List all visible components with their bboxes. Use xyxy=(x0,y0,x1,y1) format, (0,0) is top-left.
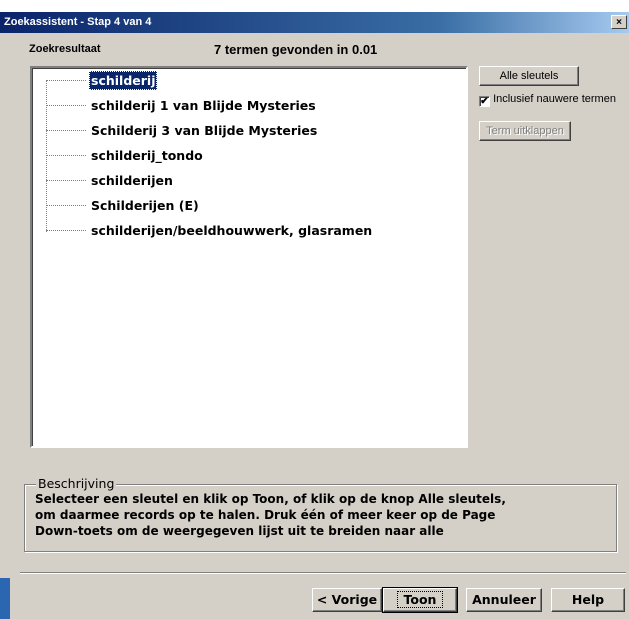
tree-branch-line xyxy=(46,205,86,206)
previous-button-label: < Vorige xyxy=(316,592,378,607)
result-label: Zoekresultaat xyxy=(29,43,101,55)
close-icon[interactable]: × xyxy=(611,15,627,29)
all-keys-label: Alle sleutels xyxy=(499,70,559,82)
tree-item[interactable]: schilderij 1 van Blijde Mysteries xyxy=(32,96,462,116)
tree-item[interactable]: schilderijen xyxy=(32,171,462,191)
tree-branch-line xyxy=(46,180,86,181)
tree-item[interactable]: schilderij_tondo xyxy=(32,146,462,166)
all-keys-button[interactable]: Alle sleutels xyxy=(479,66,579,86)
help-button-label: Help xyxy=(571,592,605,607)
expand-term-label: Term uitklappen xyxy=(486,125,564,137)
dialog-window: Zoekassistent - Stap 4 van 4 × Zoekresul… xyxy=(0,0,629,619)
tree-item[interactable]: schilderij xyxy=(32,71,462,91)
tree-item[interactable]: Schilderijen (E) xyxy=(32,196,462,216)
description-line: om daarmee records op te halen. Druk één… xyxy=(35,508,496,522)
cancel-button[interactable]: Annuleer xyxy=(466,588,542,612)
tree-item-label[interactable]: schilderij xyxy=(89,71,158,90)
tree-item-label[interactable]: Schilderijen (E) xyxy=(89,196,201,215)
include-newer-label: Inclusief nauwere termen xyxy=(493,93,616,105)
tree-item-label[interactable]: schilderijen xyxy=(89,171,175,190)
footer-separator xyxy=(20,572,626,574)
tree-branch-line xyxy=(46,230,86,231)
show-button[interactable]: Toon xyxy=(382,587,458,613)
tree-item-label[interactable]: schilderij_tondo xyxy=(89,146,205,165)
title-bar[interactable]: Zoekassistent - Stap 4 van 4 × xyxy=(0,12,629,33)
include-newer-checkbox[interactable]: ✔ xyxy=(479,96,490,107)
help-button[interactable]: Help xyxy=(551,588,625,612)
description-line: Down-toets om de weergegeven lijst uit t… xyxy=(35,524,444,538)
previous-button[interactable]: < Vorige xyxy=(312,588,382,612)
show-button-label: Toon xyxy=(396,591,444,608)
description-title: Beschrijving xyxy=(36,476,117,491)
tree-item-label[interactable]: schilderijen/beeldhouwwerk, glasramen xyxy=(89,221,374,240)
cancel-button-label: Annuleer xyxy=(472,592,536,607)
top-strip xyxy=(0,0,629,12)
include-newer-checkbox-row[interactable]: ✔ Inclusief nauwere termen xyxy=(479,93,616,107)
window-title: Zoekassistent - Stap 4 van 4 xyxy=(4,16,152,28)
found-count-text: 7 termen gevonden in 0.01 xyxy=(214,42,378,57)
background-accent xyxy=(0,578,10,619)
tree-branch-line xyxy=(46,80,86,81)
tree-item-label[interactable]: schilderij 1 van Blijde Mysteries xyxy=(89,96,318,115)
expand-term-button[interactable]: Term uitklappen xyxy=(479,121,571,141)
description-line: Selecteer een sleutel en klik op Toon, o… xyxy=(35,492,506,506)
tree-item[interactable]: schilderijen/beeldhouwwerk, glasramen xyxy=(32,221,462,241)
tree-branch-line xyxy=(46,105,86,106)
tree-item[interactable]: Schilderij 3 van Blijde Mysteries xyxy=(32,121,462,141)
description-text: Selecteer een sleutel en klik op Toon, o… xyxy=(35,491,610,539)
term-tree[interactable]: schilderij schilderij 1 van Blijde Myste… xyxy=(30,66,468,448)
tree-branch-line xyxy=(46,155,86,156)
tree-branch-line xyxy=(46,130,86,131)
tree-item-label[interactable]: Schilderij 3 van Blijde Mysteries xyxy=(89,121,319,140)
